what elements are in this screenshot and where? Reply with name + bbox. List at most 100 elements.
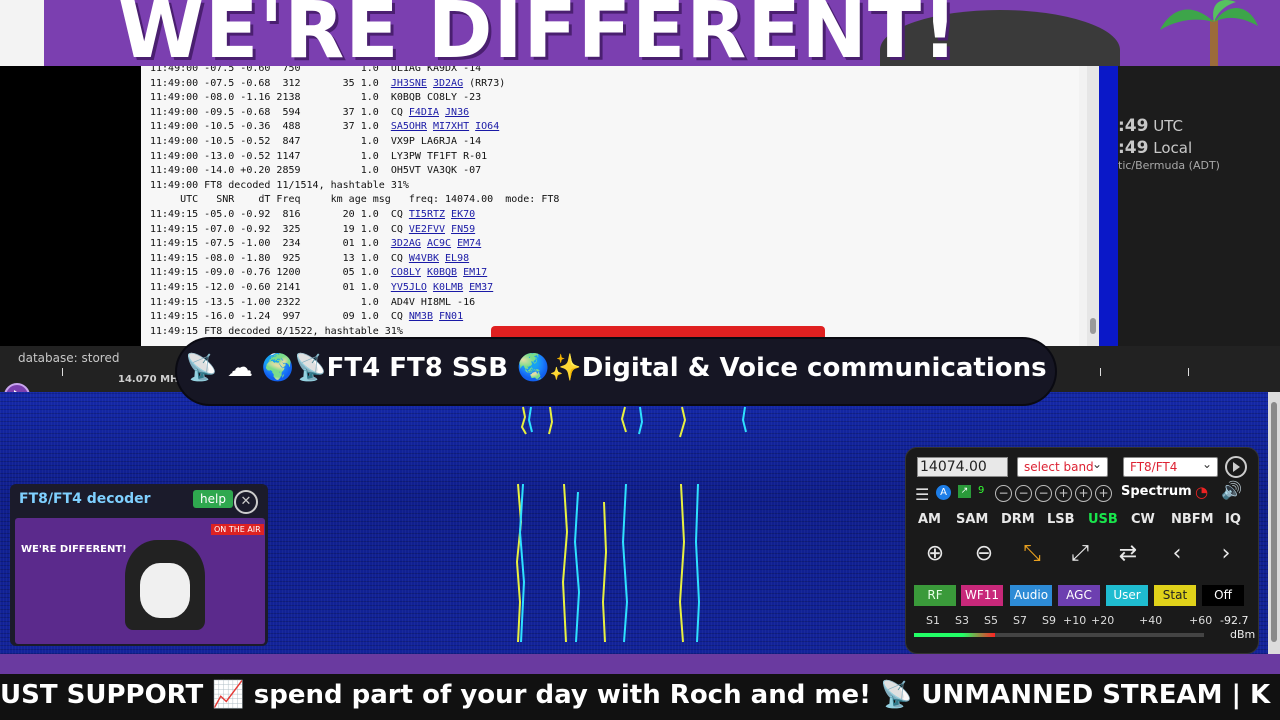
callsign-link[interactable]: F4DIA (409, 107, 439, 118)
callsign-link[interactable]: NM3B (409, 311, 433, 322)
callsign-link[interactable]: K0LMB (433, 282, 463, 293)
log-line: 11:49:15 -12.0 -0.60 2141 01 1.0 YV5JLO … (150, 281, 493, 295)
callsign-link[interactable]: AC9C (427, 238, 451, 249)
band-select[interactable]: select band (1017, 455, 1108, 477)
chevron-right-icon[interactable]: › (1212, 540, 1240, 568)
callsign-link[interactable]: K0BQB (427, 267, 457, 278)
log-line: 11:49:00 -08.0 -1.16 2138 1.0 K0BQB CO8L… (150, 91, 481, 105)
log-text: 11:49:00 -07.5 -0.68 312 35 1.0 (150, 77, 391, 89)
callsign-link[interactable]: EM37 (469, 282, 493, 293)
log-line: 11:49:15 -07.5 -1.00 234 01 1.0 3D2AG AC… (150, 237, 481, 251)
off-button[interactable]: Off (1202, 585, 1244, 606)
log-text: 11:49:15 -12.0 -0.60 2141 01 1.0 (150, 282, 391, 293)
log-text: UTC SNR dT Freq km age msg freq: 14074.0… (150, 194, 560, 206)
mode-button-iq[interactable]: IQ (1225, 512, 1241, 527)
mode-preset-select[interactable]: FT8/FT4 (1123, 455, 1218, 477)
s-meter-unit: dBm (1230, 628, 1256, 641)
log-line: 11:49:15 FT8 decoded 8/1522, hashtable 3… (150, 325, 403, 339)
record-icon[interactable]: ◔ (1195, 483, 1208, 501)
callsign-link[interactable]: FN59 (451, 224, 475, 235)
zoom-in-icon[interactable]: ⊕ (921, 540, 949, 568)
callsign-link[interactable]: EM17 (463, 267, 487, 278)
waterfall-scrollbar[interactable] (1268, 392, 1280, 654)
s-meter-scale-label: +10 (1063, 614, 1087, 627)
thumbnail-heading: WE'RE DIFFERENT! (21, 544, 127, 555)
mode-button-drm[interactable]: DRM (1001, 512, 1035, 527)
log-text: 11:49:15 -05.0 -0.92 816 20 1.0 CQ (150, 209, 409, 220)
mode-button-usb[interactable]: USB (1088, 512, 1118, 527)
ticker-text: UST SUPPORT 📈 spend part of your day wit… (0, 680, 1271, 710)
callsign-link[interactable]: JH3SNE (391, 78, 427, 89)
frequency-input[interactable]: 14074.00 (917, 457, 1008, 477)
step-indicator: 9 (978, 485, 985, 496)
s-meter-scale-label: +20 (1091, 614, 1115, 627)
stream-title: 📡 ☁ 🌍📡FT4 FT8 SSB 🌏✨Digital & Voice comm… (185, 353, 1047, 383)
expand-icon[interactable]: ⤢ (1066, 540, 1094, 568)
log-text: 11:49:00 -10.5 -0.52 847 1.0 VX9P LA6RJA… (150, 136, 482, 147)
help-button[interactable]: help (193, 490, 233, 508)
agc-button[interactable]: AGC (1058, 585, 1100, 606)
spectrum-button[interactable]: Spectrum (1121, 484, 1192, 499)
mode-button-cw[interactable]: CW (1131, 512, 1155, 527)
minus-icon[interactable]: − (1015, 485, 1032, 502)
callsign-link[interactable]: MI7XHT (433, 121, 469, 132)
s-meter-scale-label: +60 (1189, 614, 1213, 627)
ft8-decoder-panel: FT8/FT4 decoder help ✕ WE'RE DIFFERENT! … (10, 484, 268, 646)
callsign-link[interactable]: EM74 (457, 238, 481, 249)
s-meter-scale-label: S9 (1042, 614, 1056, 627)
mode-button-lsb[interactable]: LSB (1047, 512, 1075, 527)
log-text: 11:49:15 -09.0 -0.76 1200 05 1.0 (150, 267, 391, 279)
waterfall-scrollbar-thumb[interactable] (1271, 402, 1277, 642)
database-status: database: stored (18, 351, 120, 365)
rf-button[interactable]: RF (914, 585, 956, 606)
callsign-link[interactable]: 3D2AG (391, 238, 421, 249)
zoom-out-icon[interactable]: ⊖ (970, 540, 998, 568)
log-text: 11:49:15 -07.0 -0.92 325 19 1.0 CQ (150, 223, 409, 235)
speaker-icon[interactable]: 🔊 (1221, 481, 1242, 501)
callsign-link[interactable]: FN01 (439, 311, 463, 322)
close-icon[interactable]: ✕ (234, 490, 258, 514)
stream-title-pill: 📡 ☁ 🌍📡FT4 FT8 SSB 🌏✨Digital & Voice comm… (177, 339, 1055, 404)
callsign-link[interactable]: TI5RTZ (409, 209, 445, 220)
log-text: 11:49:15 FT8 decoded 8/1522, hashtable 3… (150, 325, 403, 337)
play-icon[interactable] (1225, 456, 1247, 478)
log-text: (RR73) (463, 77, 506, 89)
callsign-link[interactable]: EK70 (451, 209, 475, 220)
callsign-link[interactable]: EL98 (445, 253, 469, 264)
chevron-left-icon[interactable]: ‹ (1163, 540, 1191, 568)
callsign-link[interactable]: IO64 (475, 121, 499, 132)
log-text: 11:49:00 -08.0 -1.16 2138 1.0 K0BQB CO8L… (150, 92, 482, 104)
callsign-link[interactable]: CO8LY (391, 267, 421, 278)
mode-button-sam[interactable]: SAM (956, 512, 988, 527)
plus-icon[interactable]: + (1095, 485, 1112, 502)
decode-log-panel: 11:49:00 -07.5 -0.60 750 1.0 UL1AG KA9DX… (141, 66, 1099, 346)
swap-icon[interactable]: ⇄ (1114, 540, 1142, 568)
callsign-link[interactable]: VE2FVV (409, 224, 445, 235)
plus-icon[interactable]: + (1075, 485, 1092, 502)
stat-button[interactable]: Stat (1154, 585, 1196, 606)
log-scrollbar-thumb[interactable] (1090, 318, 1096, 334)
auto-icon[interactable]: A (936, 485, 951, 500)
minus-icon[interactable]: − (1035, 485, 1052, 502)
s-meter-bar (914, 633, 1204, 637)
wf11-button[interactable]: WF11 (961, 585, 1003, 606)
shrink-icon[interactable]: ⤡ (1018, 540, 1046, 568)
mode-button-am[interactable]: AM (918, 512, 941, 527)
callsign-link[interactable]: JN36 (445, 107, 469, 118)
s-meter: -92.7 dBm S1 S3 S5 S7 S9 +10 +20 +40 +60 (914, 614, 1255, 646)
audio-button[interactable]: Audio (1010, 585, 1052, 606)
callsign-link[interactable]: YV5JLO (391, 282, 427, 293)
callsign-link[interactable]: SA5OHR (391, 121, 427, 132)
log-text: 11:49:00 -07.5 -0.60 750 1.0 UL1AG KA9DX… (150, 66, 482, 74)
expand-icon[interactable]: ↗ (958, 485, 971, 498)
zoom-out-small-icon[interactable]: − (995, 485, 1012, 502)
mode-button-nbfm[interactable]: NBFM (1171, 512, 1214, 527)
scale-tick (62, 368, 63, 376)
menu-icon[interactable]: ☰ (915, 485, 929, 504)
log-scrollbar[interactable] (1087, 66, 1099, 346)
callsign-link[interactable]: 3D2AG (433, 78, 463, 89)
log-line: 11:49:00 -13.0 -0.52 1147 1.0 LY3PW TF1F… (150, 150, 487, 164)
callsign-link[interactable]: W4VBK (409, 253, 439, 264)
user-button[interactable]: User (1106, 585, 1148, 606)
plus-icon[interactable]: + (1055, 485, 1072, 502)
